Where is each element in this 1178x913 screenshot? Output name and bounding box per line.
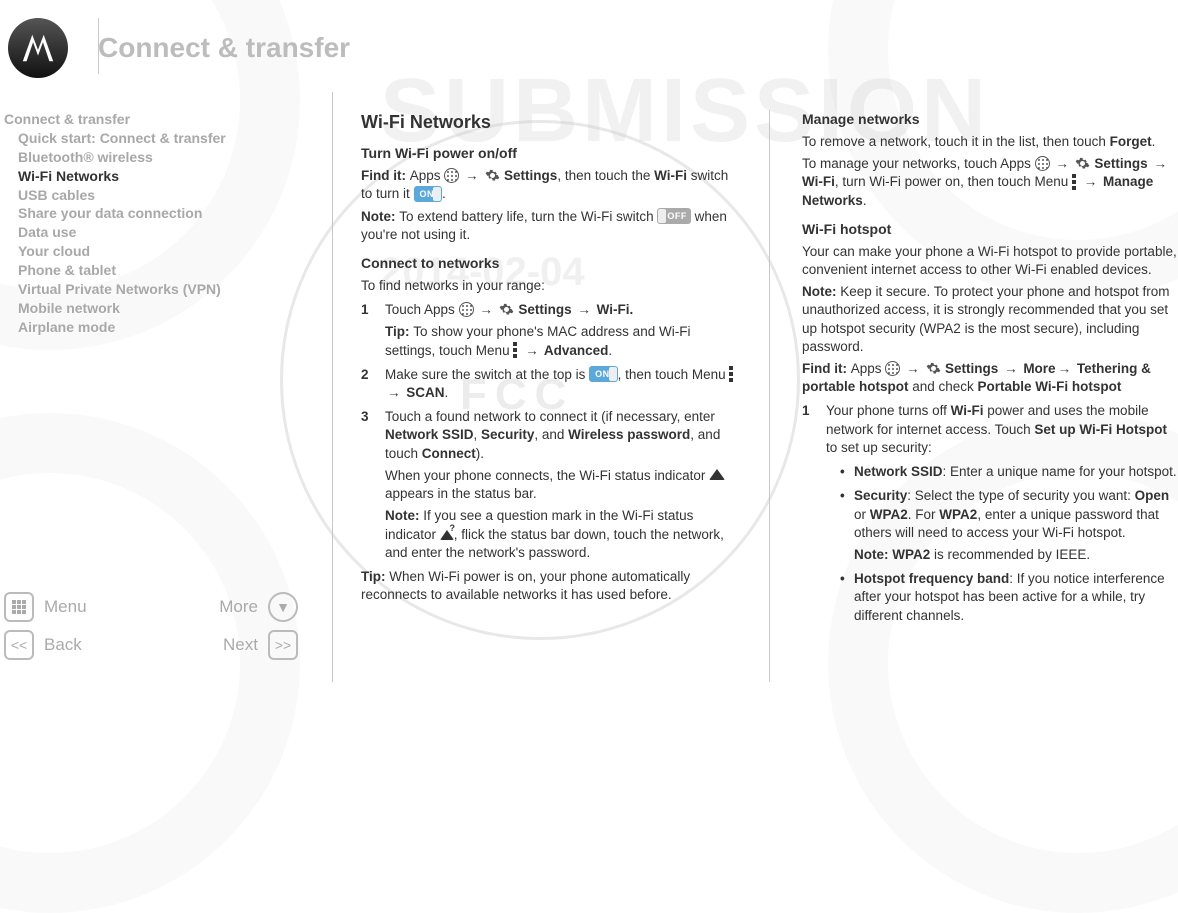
toc-item[interactable]: Data use (4, 223, 322, 242)
menu-dots-icon (513, 342, 519, 358)
gear-icon (484, 168, 500, 184)
body-text: Tip: When Wi-Fi power is on, your phone … (361, 568, 737, 604)
grid-icon (4, 592, 34, 622)
menu-dots-icon (729, 366, 735, 382)
chevron-right-icon: >> (268, 630, 298, 660)
menu-label: Menu (44, 597, 87, 617)
toc-item[interactable]: Airplane mode (4, 318, 322, 337)
table-of-contents: Connect & transferQuick start: Connect &… (4, 110, 322, 337)
gear-icon (499, 302, 515, 318)
gear-icon (925, 360, 941, 376)
next-label: Next (223, 635, 258, 655)
content-column-right: Manage networks To remove a network, tou… (802, 110, 1178, 682)
toc-item[interactable]: Wi-Fi Networks (4, 167, 322, 186)
apps-icon (885, 361, 900, 376)
body-text: To find networks in your range: (361, 277, 737, 295)
list-item: Security: Select the type of security yo… (840, 487, 1178, 564)
subsection-heading: Connect to networks (361, 254, 737, 273)
toc-item[interactable]: Connect & transfer (4, 110, 322, 129)
subsection-heading: Manage networks (802, 110, 1178, 129)
list-item: Your phone turns off Wi-Fi power and use… (802, 402, 1178, 624)
toc-item[interactable]: Your cloud (4, 242, 322, 261)
subsection-heading: Turn Wi-Fi power on/off (361, 144, 737, 163)
apps-icon (444, 168, 459, 183)
menu-button[interactable]: Menu (4, 592, 87, 622)
body-text: Your can make your phone a Wi-Fi hotspot… (802, 243, 1178, 279)
list-item: Hotspot frequency band: If you notice in… (840, 570, 1178, 625)
body-text: Note: To extend battery life, turn the W… (361, 208, 737, 244)
body-text: To remove a network, touch it in the lis… (802, 133, 1178, 151)
next-button[interactable]: >> Next (223, 630, 298, 660)
toc-item[interactable]: Virtual Private Networks (VPN) (4, 280, 322, 299)
toc-item[interactable]: Share your data connection (4, 204, 322, 223)
switch-off-icon: OFF (657, 208, 691, 224)
list-item: Network SSID: Enter a unique name for yo… (840, 463, 1178, 481)
wifi-question-icon (440, 528, 454, 540)
apps-icon (1035, 156, 1050, 171)
body-text: To manage your networks, touch Apps → Se… (802, 155, 1178, 210)
wifi-icon (709, 469, 725, 480)
switch-on-icon: ON (589, 366, 618, 382)
content-column-left: Wi-Fi Networks Turn Wi-Fi power on/off F… (361, 110, 737, 682)
header-divider (98, 18, 99, 74)
subsection-heading: Wi-Fi hotspot (802, 220, 1178, 239)
circle-down-icon: ▼ (268, 592, 298, 622)
body-text: Note: Keep it secure. To protect your ph… (802, 283, 1178, 356)
gear-icon (1075, 156, 1091, 172)
more-label: More (219, 597, 258, 617)
column-divider (332, 92, 333, 682)
back-label: Back (44, 635, 82, 655)
toc-item[interactable]: Phone & tablet (4, 261, 322, 280)
switch-on-icon: ON (414, 186, 443, 202)
list-item: Touch a found network to connect it (if … (361, 408, 737, 562)
body-text: Find it: Apps → Settings → More→ Tetheri… (802, 360, 1178, 396)
toc-item[interactable]: Mobile network (4, 299, 322, 318)
toc-item[interactable]: USB cables (4, 186, 322, 205)
section-heading: Wi-Fi Networks (361, 110, 737, 134)
list-item: Touch Apps → Settings → Wi-Fi. Tip: To s… (361, 301, 737, 360)
apps-icon (459, 302, 474, 317)
motorola-logo (8, 18, 68, 78)
list-item: Make sure the switch at the top is ON, t… (361, 366, 737, 402)
toc-item[interactable]: Quick start: Connect & transfer (4, 129, 322, 148)
toc-item[interactable]: Bluetooth® wireless (4, 148, 322, 167)
column-divider (769, 110, 770, 682)
more-button[interactable]: ▼ More (219, 592, 298, 622)
chevron-left-icon: << (4, 630, 34, 660)
page-title: Connect & transfer (98, 32, 350, 64)
menu-dots-icon (1072, 174, 1078, 190)
body-text: Find it: Apps → Settings, then touch the… (361, 167, 737, 203)
back-button[interactable]: << Back (4, 630, 82, 660)
